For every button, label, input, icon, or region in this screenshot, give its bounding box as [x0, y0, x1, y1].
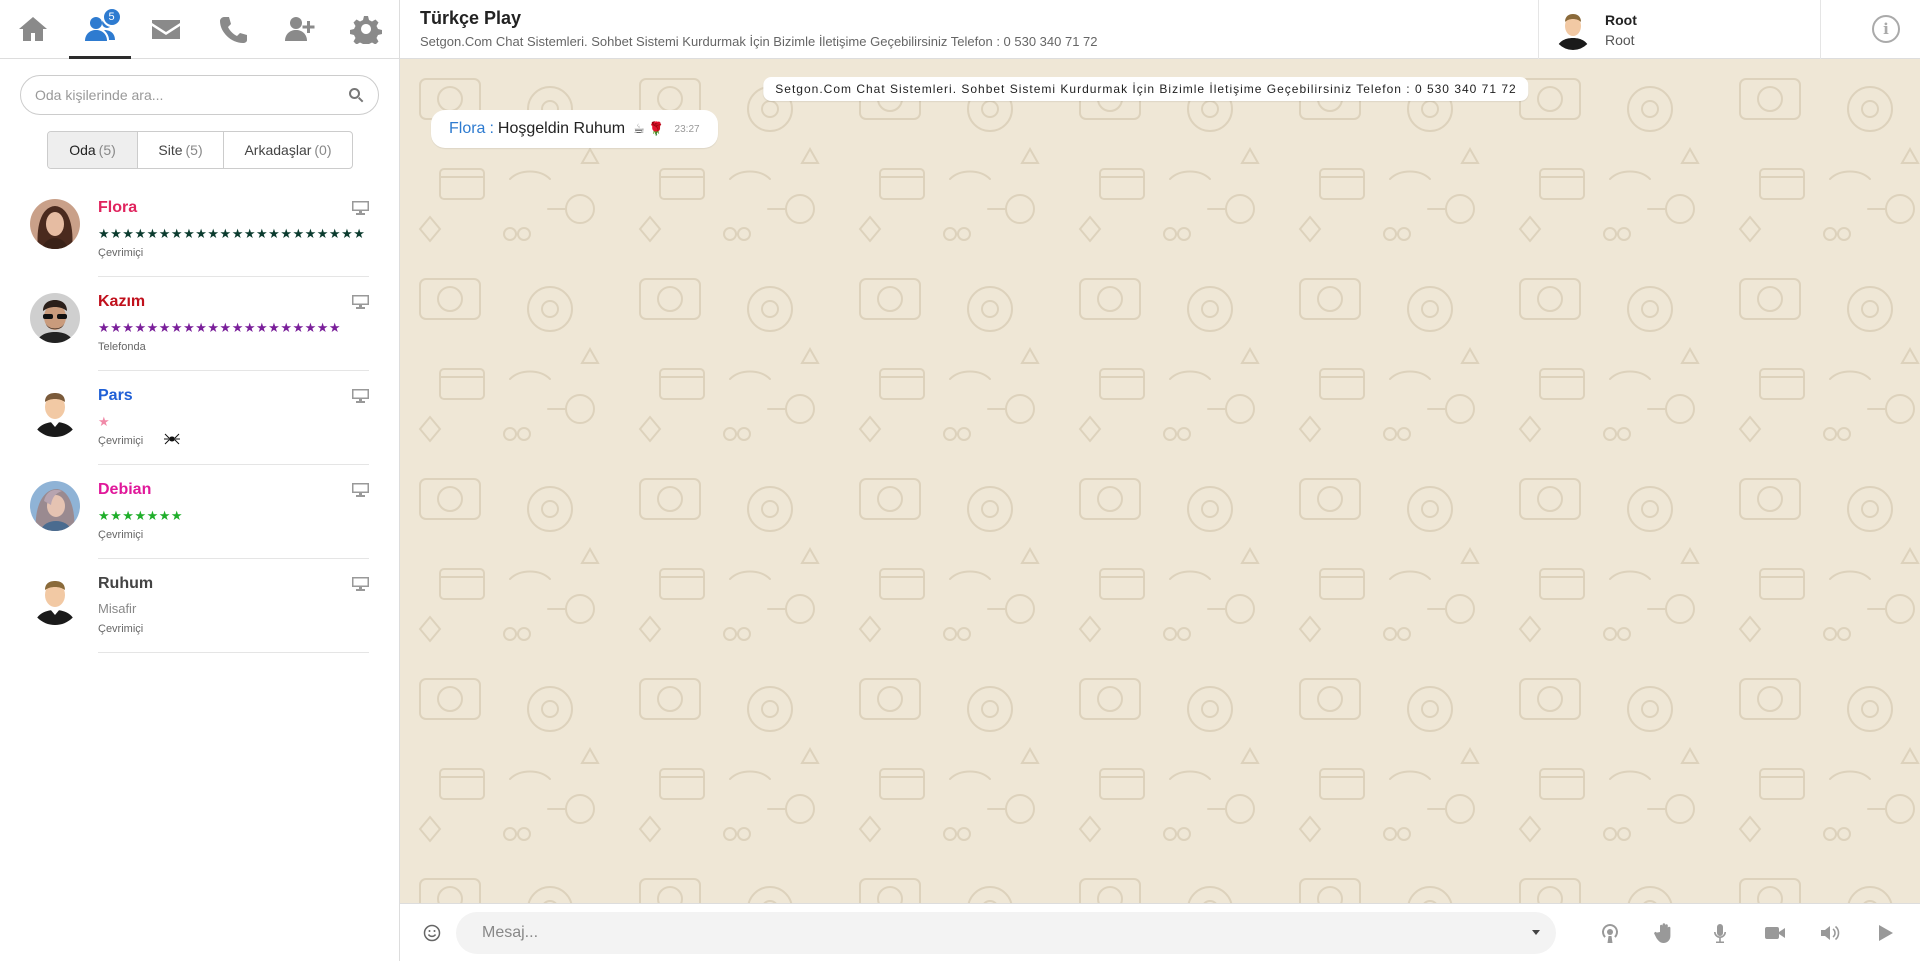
room-subtitle: Setgon.Com Chat Sistemleri. Sohbet Siste…: [420, 34, 1098, 49]
user-name[interactable]: Flora: [98, 197, 369, 219]
gear-icon: [349, 16, 382, 44]
tab-count: (5): [185, 142, 203, 158]
info-icon[interactable]: i: [1872, 15, 1900, 43]
user-name[interactable]: Debian: [98, 479, 369, 501]
spider-icon: [164, 433, 180, 445]
composer-actions: [1582, 913, 1912, 953]
profile-name: Root: [1605, 11, 1637, 28]
nav-home[interactable]: [0, 0, 67, 58]
tab-oda[interactable]: Oda (5): [48, 132, 138, 168]
send-button[interactable]: [1857, 913, 1912, 953]
camera-button[interactable]: [1747, 913, 1802, 953]
desktop-icon: [352, 295, 369, 309]
nav-users[interactable]: 5: [67, 0, 134, 59]
speaker-icon: [1820, 925, 1839, 940]
user-status: Çevrimiçi: [98, 623, 144, 635]
nav-add-friend[interactable]: [266, 0, 333, 58]
user-stars: ★: [98, 414, 111, 429]
microphone-icon: [1713, 923, 1726, 943]
message-sender[interactable]: Flora: [449, 120, 485, 138]
desktop-icon: [352, 389, 369, 403]
envelope-icon: [152, 20, 181, 39]
users-badge: 5: [101, 7, 122, 27]
user-stars: ★★★★★★★: [98, 508, 184, 523]
profile-role: Root: [1605, 31, 1635, 48]
broadcast-button[interactable]: [1582, 913, 1637, 953]
message-input[interactable]: [482, 923, 1532, 942]
user-row[interactable]: Debian ★★★★★★★ Çevrimiçi: [0, 465, 399, 559]
tab-site[interactable]: Site (5): [138, 132, 224, 168]
nav-settings[interactable]: [333, 0, 400, 58]
play-icon: [1878, 924, 1893, 941]
message-input-wrapper: [456, 911, 1556, 954]
user-row[interactable]: Pars ★ Çevrimiçi: [0, 371, 399, 465]
message-emoji: ☕ 🌹: [633, 121, 665, 136]
user-stars: ★★★★★★★★★★★★★★★★★★★★★★: [98, 226, 366, 241]
desktop-icon: [352, 201, 369, 215]
emoji-button[interactable]: [420, 921, 444, 945]
room-title: Türkçe Play: [420, 8, 522, 28]
message-text: Hoşgeldin Ruhum: [497, 120, 626, 137]
user-plus-icon: [285, 17, 315, 41]
user-name[interactable]: Pars: [98, 385, 369, 407]
user-stars: ★★★★★★★★★★★★★★★★★★★★: [98, 320, 342, 335]
composer: [400, 903, 1920, 961]
announcement-banner: Setgon.Com Chat Sistemleri. Sohbet Siste…: [763, 77, 1529, 101]
microphone-button[interactable]: [1692, 913, 1747, 953]
chat-area: Setgon.Com Chat Sistemleri. Sohbet Siste…: [400, 59, 1920, 903]
message-time: 23:27: [674, 123, 700, 135]
user-row[interactable]: Kazım ★★★★★★★★★★★★★★★★★★★★ Telefonda: [0, 277, 399, 371]
user-status: Çevrimiçi: [98, 247, 144, 259]
user-name[interactable]: Kazım: [98, 291, 369, 313]
video-camera-icon: [1764, 926, 1785, 939]
avatar[interactable]: [30, 199, 80, 249]
avatar[interactable]: [30, 293, 80, 343]
search-box: [20, 75, 379, 115]
search-input[interactable]: [35, 87, 348, 103]
top-nav: 5: [0, 0, 399, 59]
chat-background-pattern: [400, 59, 1920, 903]
user-status: Telefonda: [98, 341, 146, 353]
tab-count: (5): [98, 142, 116, 158]
user-name[interactable]: Ruhum: [98, 573, 369, 595]
nav-calls[interactable]: [200, 0, 267, 58]
chat-header: Türkçe Play Setgon.Com Chat Sistemleri. …: [400, 0, 1920, 59]
phone-icon: [219, 17, 247, 43]
hand-icon: [1653, 922, 1670, 943]
tab-count: (0): [314, 142, 332, 158]
avatar[interactable]: [30, 387, 80, 437]
user-row[interactable]: Flora ★★★★★★★★★★★★★★★★★★★★★★ Çevrimiçi: [0, 183, 399, 277]
tab-label: Arkadaşlar: [244, 142, 312, 158]
tab-arkadaslar[interactable]: Arkadaşlar (0): [224, 132, 352, 168]
user-row[interactable]: Ruhum Misafir Çevrimiçi: [0, 559, 399, 653]
user-status: Çevrimiçi: [98, 435, 144, 447]
avatar[interactable]: [1553, 9, 1593, 50]
home-icon: [19, 17, 48, 41]
chevron-down-icon[interactable]: [1532, 930, 1540, 935]
nav-messages[interactable]: [133, 0, 200, 58]
user-list: Flora ★★★★★★★★★★★★★★★★★★★★★★ Çevrimiçi K…: [0, 183, 399, 653]
user-subtitle: Misafir: [98, 601, 137, 616]
avatar[interactable]: [30, 481, 80, 531]
smiley-icon: [423, 924, 441, 941]
broadcast-icon: [1601, 923, 1618, 943]
profile[interactable]: Root Root: [1538, 0, 1821, 59]
volume-button[interactable]: [1802, 913, 1857, 953]
desktop-icon: [352, 483, 369, 497]
avatar[interactable]: [30, 575, 80, 625]
message-separator: :: [489, 120, 494, 137]
chat-message: Flora : Hoşgeldin Ruhum ☕ 🌹 23:27: [431, 110, 718, 148]
search-icon[interactable]: [348, 87, 364, 103]
tab-label: Oda: [69, 142, 96, 158]
raise-hand-button[interactable]: [1637, 913, 1692, 953]
tab-label: Site: [158, 142, 183, 158]
user-tabs: Oda (5) Site (5) Arkadaşlar (0): [47, 131, 353, 169]
sidebar: 5 Oda(5) Site(5) Arkadaşlar(0): [0, 0, 400, 961]
desktop-icon: [352, 577, 369, 591]
user-status: Çevrimiçi: [98, 529, 144, 541]
